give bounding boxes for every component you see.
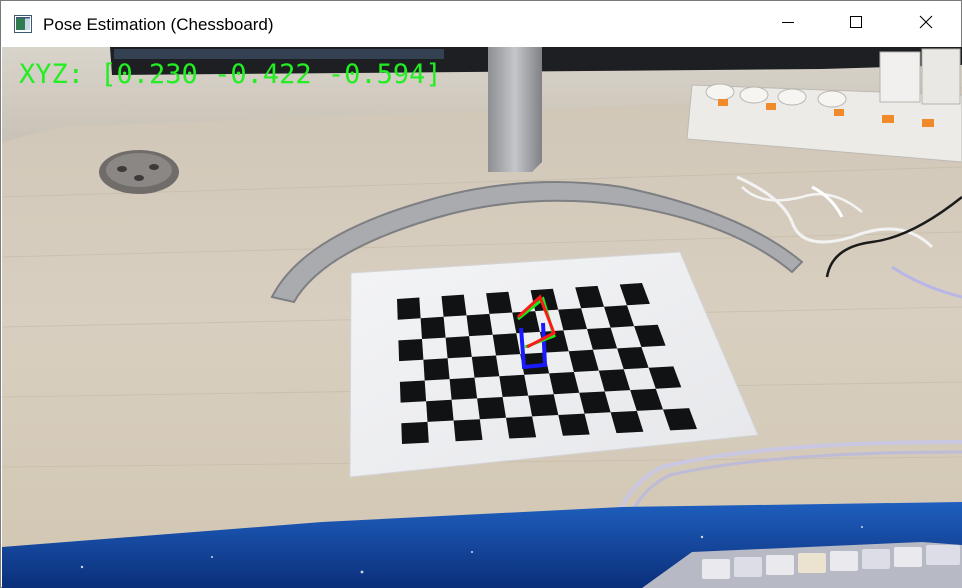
close-button[interactable] bbox=[903, 1, 949, 47]
chessboard-square bbox=[426, 399, 454, 422]
maximize-icon bbox=[849, 15, 863, 34]
maximize-button[interactable] bbox=[833, 1, 879, 47]
chessboard-square bbox=[506, 416, 537, 439]
close-icon bbox=[919, 15, 933, 34]
chessboard-square bbox=[423, 358, 450, 381]
desk-grommet bbox=[99, 150, 179, 194]
app-window-icon bbox=[14, 15, 32, 33]
chessboard-square bbox=[486, 291, 513, 314]
camera-frame: LG bbox=[2, 47, 962, 588]
chessboard-square bbox=[528, 394, 559, 417]
camera-feed: LG bbox=[2, 47, 962, 588]
chessboard-square bbox=[445, 336, 472, 359]
chessboard-square bbox=[477, 397, 506, 420]
chessboard-square bbox=[401, 421, 429, 444]
title-bar[interactable]: Pose Estimation (Chessboard) bbox=[1, 1, 961, 47]
chessboard-square bbox=[449, 377, 478, 400]
chessboard-square bbox=[420, 316, 446, 339]
chessboard-square bbox=[549, 372, 580, 395]
chessboard-square bbox=[499, 374, 529, 397]
minimize-button[interactable] bbox=[765, 1, 811, 47]
chessboard-square bbox=[453, 419, 483, 442]
chessboard-square bbox=[441, 294, 467, 317]
chessboard-square bbox=[558, 413, 590, 436]
chessboard-square bbox=[471, 355, 500, 378]
chessboard-square bbox=[399, 380, 427, 403]
chessboard-square bbox=[492, 333, 521, 356]
xyz-readout: XYZ: [0.230 -0.422 -0.594] bbox=[19, 59, 442, 90]
chessboard-square bbox=[466, 313, 493, 337]
app-window: Pose Estimation (Chessboard) XYZ: [0.230… bbox=[0, 0, 962, 588]
minimize-icon bbox=[781, 15, 795, 34]
window-title: Pose Estimation (Chessboard) bbox=[43, 15, 274, 34]
monitor-stand-neck bbox=[488, 47, 542, 172]
chessboard-square bbox=[397, 297, 421, 320]
chessboard-square bbox=[398, 339, 424, 362]
